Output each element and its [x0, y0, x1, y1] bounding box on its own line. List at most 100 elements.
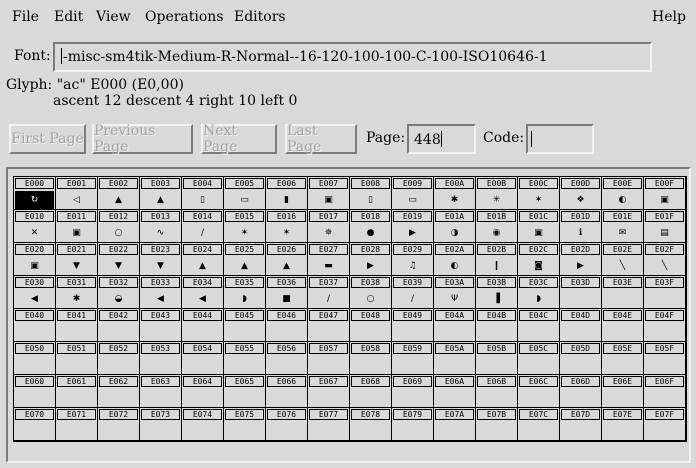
glyph-cell[interactable]: E03B ▐ [476, 276, 518, 309]
glyph-cell[interactable]: E040 [14, 309, 56, 342]
glyph-cell[interactable]: E051 [56, 342, 98, 375]
glyph-cell[interactable]: E017 ✵ [308, 210, 350, 243]
glyph-cell[interactable]: E026 ▲ [266, 243, 308, 276]
glyph-cell[interactable]: E055 [224, 342, 266, 375]
glyph-cell[interactable]: E020 ▣ [14, 243, 56, 276]
glyph-cell[interactable]: E07C [518, 408, 560, 441]
previous-page-button[interactable]: Previous Page [92, 123, 193, 155]
glyph-cell[interactable]: E009 ▭ [392, 177, 434, 210]
glyph-cell[interactable]: E045 [224, 309, 266, 342]
glyph-cell[interactable]: E044 [182, 309, 224, 342]
glyph-cell[interactable]: E028 ▶ [350, 243, 392, 276]
glyph-cell[interactable]: E001 ◁ [56, 177, 98, 210]
glyph-cell[interactable]: E054 [182, 342, 224, 375]
glyph-cell[interactable]: E049 [392, 309, 434, 342]
glyph-cell[interactable]: E033 ◀ [140, 276, 182, 309]
glyph-cell[interactable]: E03D [560, 276, 602, 309]
glyph-cell[interactable]: E076 [266, 408, 308, 441]
glyph-cell[interactable]: E02F ╲ [644, 243, 686, 276]
glyph-cell[interactable]: E03F [644, 276, 686, 309]
glyph-cell[interactable]: E04A [434, 309, 476, 342]
glyph-cell[interactable]: E078 [350, 408, 392, 441]
glyph-cell[interactable]: E05F [644, 342, 686, 375]
code-input[interactable] [526, 124, 594, 154]
page-input[interactable]: 448 [407, 124, 476, 154]
glyph-cell[interactable]: E056 [266, 342, 308, 375]
glyph-cell[interactable]: E070 [14, 408, 56, 441]
glyph-cell[interactable]: E010 ✕ [14, 210, 56, 243]
glyph-cell[interactable]: E066 [266, 375, 308, 408]
glyph-cell[interactable]: E05B [476, 342, 518, 375]
glyph-cell[interactable]: E043 [140, 309, 182, 342]
glyph-cell[interactable]: E073 [140, 408, 182, 441]
glyph-cell[interactable]: E011 ▣ [56, 210, 98, 243]
glyph-cell[interactable]: E035 ◗ [224, 276, 266, 309]
glyph-cell[interactable]: E07B [476, 408, 518, 441]
glyph-cell[interactable]: E008 ▯ [350, 177, 392, 210]
glyph-cell[interactable]: E036 ■ [266, 276, 308, 309]
menu-view[interactable]: View [96, 9, 131, 25]
glyph-cell[interactable]: E02B ❙ [476, 243, 518, 276]
glyph-cell[interactable]: E03A Ψ [434, 276, 476, 309]
glyph-cell[interactable]: E04E [602, 309, 644, 342]
glyph-cell[interactable]: E058 [350, 342, 392, 375]
glyph-cell[interactable]: E02D ▶ [560, 243, 602, 276]
glyph-cell[interactable]: E003 ▲ [140, 177, 182, 210]
glyph-cell[interactable]: E02C ◙ [518, 243, 560, 276]
glyph-cell[interactable]: E068 [350, 375, 392, 408]
glyph-cell[interactable]: E027 ▬ [308, 243, 350, 276]
glyph-cell[interactable]: E050 [14, 342, 56, 375]
glyph-cell[interactable]: E007 ▣ [308, 177, 350, 210]
glyph-cell[interactable]: E01B ◉ [476, 210, 518, 243]
glyph-cell[interactable]: E01D ℹ [560, 210, 602, 243]
glyph-cell[interactable]: E000 ↻ [14, 177, 56, 210]
glyph-cell[interactable]: E037 ∕ [308, 276, 350, 309]
glyph-cell[interactable]: E018 ● [350, 210, 392, 243]
glyph-cell[interactable]: E004 ▯ [182, 177, 224, 210]
glyph-cell[interactable]: E00C ✶ [518, 177, 560, 210]
menu-edit[interactable]: Edit [54, 9, 83, 25]
glyph-cell[interactable]: E005 ▭ [224, 177, 266, 210]
glyph-cell[interactable]: E006 ▮ [266, 177, 308, 210]
glyph-cell[interactable]: E034 ◀ [182, 276, 224, 309]
glyph-cell[interactable]: E06A [434, 375, 476, 408]
glyph-cell[interactable]: E07D [560, 408, 602, 441]
font-name-field[interactable]: -misc-sm4tik-Medium-R-Normal--16-120-100… [53, 42, 652, 72]
glyph-cell[interactable]: E071 [56, 408, 98, 441]
glyph-cell[interactable]: E074 [182, 408, 224, 441]
glyph-cell[interactable]: E061 [56, 375, 98, 408]
glyph-cell[interactable]: E072 [98, 408, 140, 441]
glyph-cell[interactable]: E062 [98, 375, 140, 408]
glyph-cell[interactable]: E002 ▲ [98, 177, 140, 210]
glyph-cell[interactable]: E029 ♫ [392, 243, 434, 276]
glyph-cell[interactable]: E030 ◀ [14, 276, 56, 309]
glyph-cell[interactable]: E07F [644, 408, 686, 441]
glyph-cell[interactable]: E05A [434, 342, 476, 375]
glyph-cell[interactable]: E00B ✳ [476, 177, 518, 210]
glyph-cell[interactable]: E00E ◐ [602, 177, 644, 210]
glyph-cell[interactable]: E064 [182, 375, 224, 408]
glyph-cell[interactable]: E023 ▼ [140, 243, 182, 276]
glyph-cell[interactable]: E01A ◑ [434, 210, 476, 243]
glyph-cell[interactable]: E05D [560, 342, 602, 375]
glyph-cell[interactable]: E06E [602, 375, 644, 408]
glyph-cell[interactable]: E01C ▣ [518, 210, 560, 243]
glyph-cell[interactable]: E06B [476, 375, 518, 408]
last-page-button[interactable]: Last Page [285, 123, 357, 155]
glyph-cell[interactable]: E041 [56, 309, 98, 342]
glyph-cell[interactable]: E03C ◗ [518, 276, 560, 309]
glyph-cell[interactable]: E042 [98, 309, 140, 342]
glyph-cell[interactable]: E00D ❖ [560, 177, 602, 210]
glyph-cell[interactable]: E032 ◒ [98, 276, 140, 309]
glyph-cell[interactable]: E052 [98, 342, 140, 375]
glyph-cell[interactable]: E077 [308, 408, 350, 441]
glyph-cell[interactable]: E05C [518, 342, 560, 375]
glyph-cell[interactable]: E067 [308, 375, 350, 408]
glyph-cell[interactable]: E00A ✱ [434, 177, 476, 210]
menu-operations[interactable]: Operations [145, 9, 224, 25]
glyph-cell[interactable]: E069 [392, 375, 434, 408]
glyph-cell[interactable]: E013 ∿ [140, 210, 182, 243]
glyph-cell[interactable]: E038 ○ [350, 276, 392, 309]
glyph-cell[interactable]: E060 [14, 375, 56, 408]
glyph-cell[interactable]: E01E ✉ [602, 210, 644, 243]
